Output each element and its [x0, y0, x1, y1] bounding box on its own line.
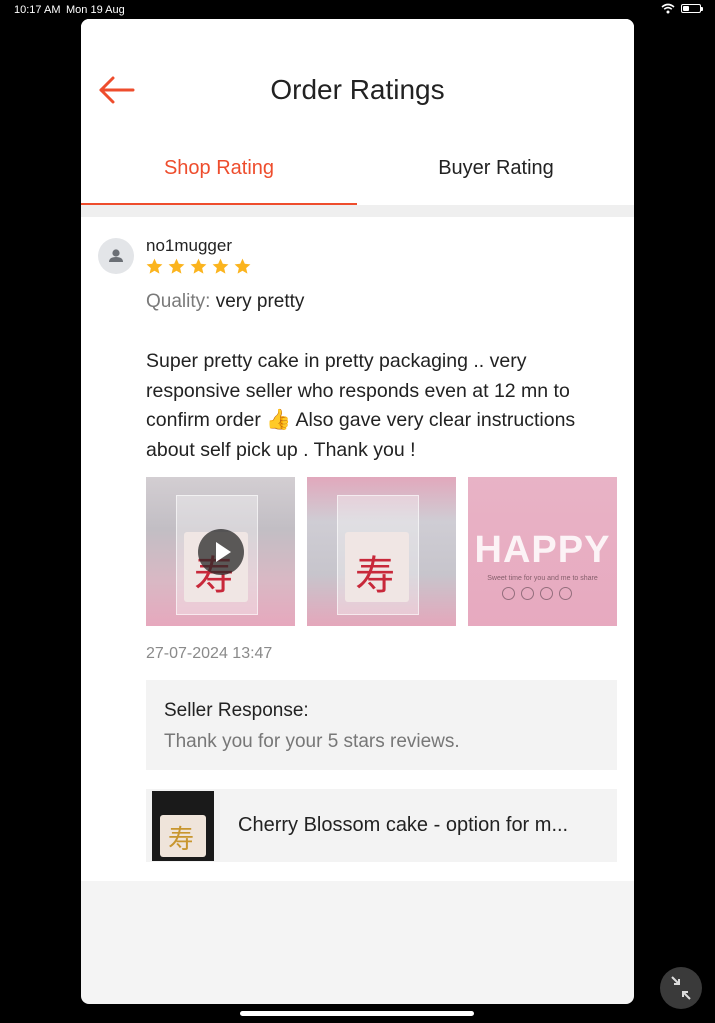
quality-line: Quality: very pretty: [146, 291, 304, 313]
tab-shop-rating[interactable]: Shop Rating: [81, 157, 357, 205]
battery-level: [683, 6, 689, 11]
product-link[interactable]: 寿 Cherry Blossom cake - option for m...: [146, 789, 617, 862]
battery-icon: [681, 4, 703, 13]
status-bar: 10:17 AM Mon 19 Aug: [0, 0, 715, 20]
bag-print-icons: [502, 587, 572, 600]
reviewer-username: no1mugger: [146, 236, 233, 255]
seller-response-text: Thank you for your 5 stars reviews.: [164, 731, 460, 752]
section-divider: [81, 205, 634, 217]
star-icon: [212, 258, 229, 274]
review-comment: Super pretty cake in pretty packaging ..…: [146, 347, 626, 465]
status-date: Mon 19 Aug: [66, 4, 125, 16]
seller-response-title: Seller Response:: [164, 700, 309, 721]
star-icon: [168, 258, 185, 274]
tab-buyer-rating[interactable]: Buyer Rating: [358, 157, 634, 205]
rating-tabs: Shop Rating Buyer Rating: [81, 157, 634, 206]
star-icon: [146, 258, 163, 274]
review-card: no1mugger Quality: very pretty Super pre…: [81, 217, 634, 881]
order-ratings-sheet: Order Ratings Shop Rating Buyer Rating n…: [81, 19, 634, 1004]
cake-decoration: 寿: [355, 553, 395, 599]
home-indicator[interactable]: [240, 1011, 474, 1016]
user-icon: [109, 249, 123, 262]
play-icon[interactable]: [198, 529, 244, 575]
wifi-icon: [661, 3, 675, 14]
collapse-button[interactable]: [660, 967, 702, 1009]
product-thumbnail: 寿: [152, 791, 214, 861]
quality-value: very pretty: [215, 291, 305, 312]
bag-print-text: HAPPY: [474, 529, 611, 571]
review-video-thumbnail[interactable]: 寿: [146, 477, 295, 626]
header: Order Ratings: [81, 19, 634, 157]
status-time: 10:17 AM: [14, 4, 61, 16]
cake-decoration: 寿: [168, 825, 195, 855]
product-name: Cherry Blossom cake - option for m...: [238, 814, 569, 836]
review-photo-thumbnail[interactable]: HAPPY Sweet time for you and me to share: [468, 477, 617, 626]
collapse-arrows-icon: [671, 976, 691, 1000]
page-title: Order Ratings: [270, 74, 445, 105]
thumbs-up-emoji: 👍: [266, 409, 292, 431]
star-rating: [145, 257, 252, 276]
review-timestamp: 27-07-2024 13:47: [146, 645, 273, 662]
star-icon: [234, 258, 251, 274]
seller-response: Seller Response: Thank you for your 5 st…: [146, 680, 617, 770]
quality-label: Quality:: [146, 291, 211, 312]
bag-print-subtext: Sweet time for you and me to share: [487, 575, 598, 582]
review-photo-thumbnail[interactable]: 寿: [307, 477, 456, 626]
star-icon: [190, 258, 207, 274]
status-icons: [661, 3, 703, 14]
avatar[interactable]: [98, 238, 134, 274]
